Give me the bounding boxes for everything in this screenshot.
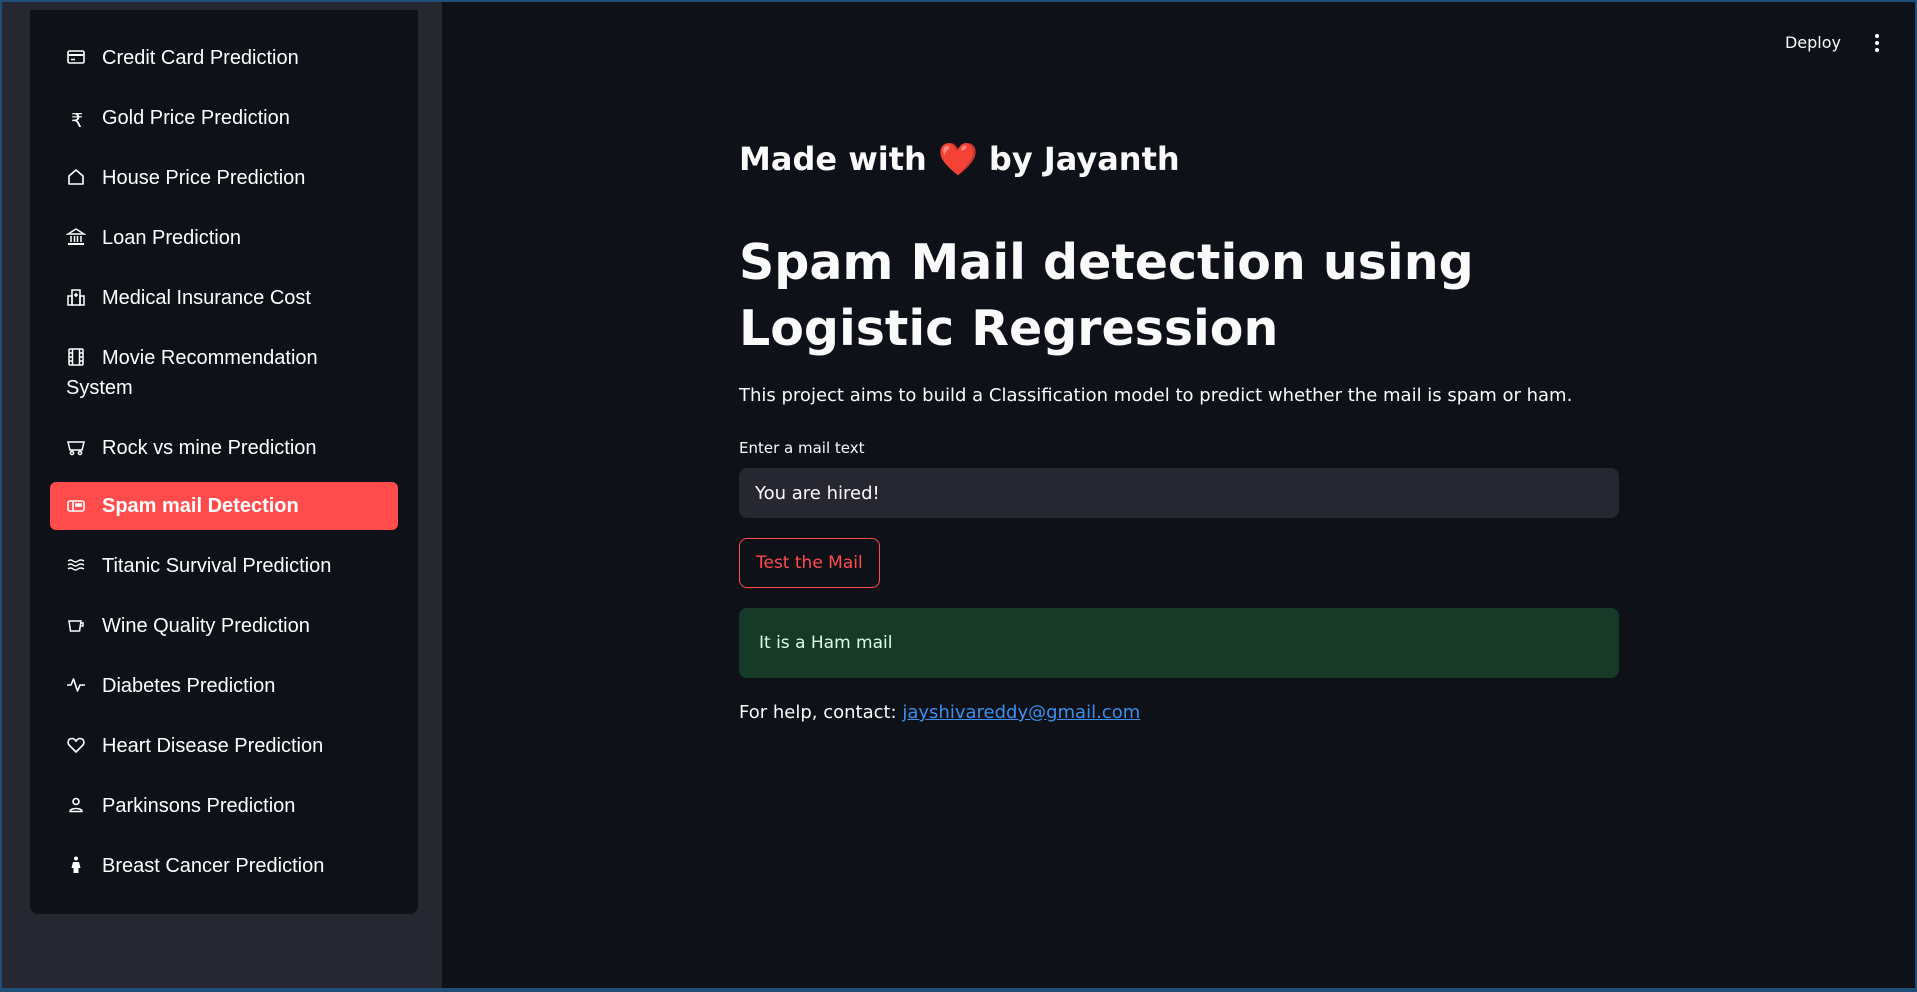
sidebar-item-credit-card[interactable]: Credit Card Prediction [50, 34, 398, 82]
heart-emoji-icon: ❤️ [937, 140, 978, 178]
sidebar-item-loan[interactable]: Loan Prediction [50, 214, 398, 262]
deploy-button[interactable]: Deploy [1785, 33, 1841, 52]
sidebar-item-label: Medical Insurance Cost [102, 287, 311, 309]
result-success-alert: It is a Ham mail [739, 608, 1619, 678]
made-with-heading: Made with ❤️ by Jayanth [739, 140, 1180, 178]
sidebar-item-gold-price[interactable]: ₹ Gold Price Prediction [50, 94, 398, 142]
sidebar-item-label: Rock vs mine Prediction [102, 437, 317, 459]
mail-text-input[interactable] [739, 468, 1619, 518]
sidebar-item-label: Heart Disease Prediction [102, 735, 324, 757]
woman-icon [66, 855, 88, 875]
sidebar-item-rock-vs-mine[interactable]: Rock vs mine Prediction [50, 424, 398, 472]
credit-card-icon [66, 47, 88, 67]
sidebar-item-titanic[interactable]: Titanic Survival Prediction [50, 542, 398, 590]
app-window: Credit Card Prediction ₹ Gold Price Predi… [2, 2, 1915, 988]
sidebar-item-label: Credit Card Prediction [102, 47, 299, 69]
sidebar: Credit Card Prediction ₹ Gold Price Predi… [2, 2, 442, 988]
sidebar-item-label: Movie Recommendation System [66, 347, 318, 399]
sidebar-item-label: Titanic Survival Prediction [102, 555, 332, 577]
sidebar-item-label: House Price Prediction [102, 167, 306, 189]
sidebar-item-label: Wine Quality Prediction [102, 615, 310, 637]
sidebar-item-heart-disease[interactable]: Heart Disease Prediction [50, 722, 398, 770]
minecart-icon [66, 437, 88, 457]
sidebar-item-breast-cancer[interactable]: Breast Cancer Prediction [50, 842, 398, 890]
help-email-link[interactable]: jayshivareddy@gmail.com [902, 702, 1140, 723]
main-area: Deploy Made with ❤️ by Jayanth Spam Mail… [442, 2, 1915, 988]
person-icon [66, 795, 88, 815]
activity-icon [66, 675, 88, 695]
sidebar-item-diabetes[interactable]: Diabetes Prediction [50, 662, 398, 710]
bank-icon [66, 227, 88, 247]
sidebar-item-label: Gold Price Prediction [102, 107, 290, 129]
help-contact: For help, contact: jayshivareddy@gmail.c… [739, 702, 1141, 723]
sidebar-item-wine-quality[interactable]: Wine Quality Prediction [50, 602, 398, 650]
kebab-menu-icon[interactable] [1873, 34, 1881, 54]
sidebar-item-parkinsons[interactable]: Parkinsons Prediction [50, 782, 398, 830]
page-title: Spam Mail detection using Logistic Regre… [739, 234, 1474, 357]
heart-icon [66, 735, 88, 755]
sidebar-item-house-price[interactable]: House Price Prediction [50, 154, 398, 202]
sidebar-item-movie-recommendation[interactable]: Movie Recommendation System [50, 334, 398, 412]
sidebar-menu: Credit Card Prediction ₹ Gold Price Predi… [30, 10, 418, 914]
sidebar-item-label: Diabetes Prediction [102, 675, 276, 697]
house-icon [66, 167, 88, 187]
project-description: This project aims to build a Classificat… [739, 385, 1573, 406]
sidebar-item-label: Loan Prediction [102, 227, 241, 249]
sidebar-item-label: Parkinsons Prediction [102, 795, 296, 817]
rupee-icon: ₹ [70, 111, 84, 132]
hospital-icon [66, 287, 88, 307]
mailbox-icon [66, 495, 88, 515]
test-mail-button[interactable]: Test the Mail [739, 538, 880, 588]
film-icon [66, 347, 88, 367]
sidebar-item-label: Breast Cancer Prediction [102, 855, 325, 877]
sidebar-item-spam-mail[interactable]: Spam mail Detection [50, 482, 398, 530]
sidebar-item-label: Spam mail Detection [102, 495, 299, 517]
cup-icon [66, 615, 88, 635]
mail-input-label: Enter a mail text [739, 439, 865, 457]
water-icon [66, 555, 88, 575]
sidebar-item-medical-insurance[interactable]: Medical Insurance Cost [50, 274, 398, 322]
